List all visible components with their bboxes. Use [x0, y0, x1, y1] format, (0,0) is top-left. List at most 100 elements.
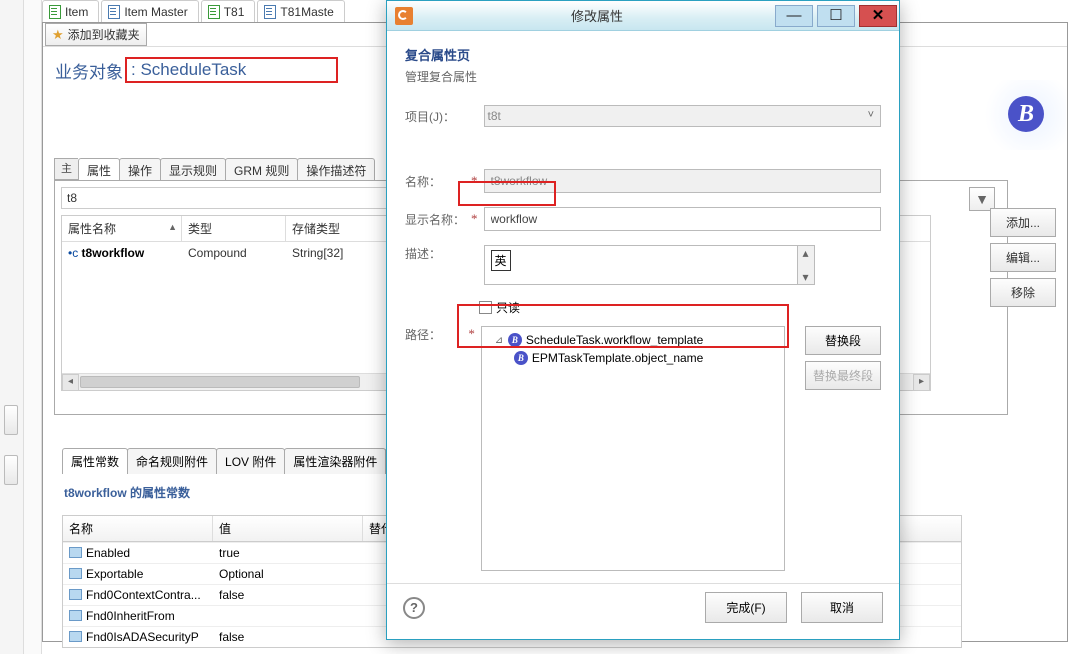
ime-indicator: 英	[491, 250, 511, 271]
cell-storage: String[32]	[286, 242, 390, 264]
required-mark: *	[471, 211, 478, 227]
edit-button[interactable]: 编辑...	[990, 243, 1056, 272]
fav-label: 添加到收藏夹	[68, 26, 140, 43]
col-name[interactable]: 名称	[63, 516, 213, 541]
logo-b-icon: B	[1008, 96, 1044, 132]
cell-name: •c t8workflow	[62, 242, 182, 264]
readonly-row: 只读	[479, 299, 881, 316]
doc-icon	[49, 5, 61, 19]
maximize-button[interactable]: ☐	[817, 5, 855, 27]
left-gutter	[0, 0, 24, 654]
scroll-right-icon[interactable]: ▸	[913, 374, 930, 391]
add-button[interactable]: 添加...	[990, 208, 1056, 237]
help-icon[interactable]: ?	[403, 597, 425, 619]
tab-item-master[interactable]: Item Master	[101, 0, 198, 22]
tab-label: Item Master	[124, 5, 187, 19]
doc-icon	[208, 5, 220, 19]
tab-item[interactable]: Item	[42, 0, 99, 22]
project-select[interactable]: t8t	[484, 105, 882, 127]
tab-display-rules[interactable]: 显示规则	[160, 158, 226, 180]
tab-operations[interactable]: 操作	[119, 158, 161, 180]
vertical-tab-1[interactable]	[4, 405, 18, 435]
path-buttons: 替换段 替换最终段	[805, 326, 881, 390]
description-textarea[interactable]: 英	[484, 245, 798, 285]
project-row: 项目(J)： * t8t	[405, 105, 881, 127]
tab-renderer[interactable]: 属性渲染器附件	[284, 448, 386, 474]
dialog-heading: 复合属性页	[405, 45, 881, 64]
tree-node[interactable]: B EPMTaskTemplate.object_name	[486, 349, 780, 367]
tab-grm-rules[interactable]: GRM 规则	[225, 158, 298, 180]
col-value[interactable]: 值	[213, 516, 363, 541]
const-icon	[69, 631, 82, 642]
scroll-up-icon[interactable]: ▴	[802, 246, 808, 260]
cancel-button[interactable]: 取消	[801, 592, 883, 623]
name-row: 名称： *	[405, 169, 881, 193]
const-icon	[69, 568, 82, 579]
name-input	[484, 169, 882, 193]
dialog-body: 复合属性页 管理复合属性 项目(J)： * t8t 名称： * 显示名称： * …	[387, 31, 899, 631]
tab-t81master[interactable]: T81Maste	[257, 0, 344, 22]
display-name-input[interactable]	[484, 207, 882, 231]
app-icon	[395, 7, 413, 25]
sort-asc-icon: ▲	[168, 222, 177, 232]
modify-property-dialog: 修改属性 — ☐ ✕ 复合属性页 管理复合属性 项目(J)： * t8t 名称：…	[386, 0, 900, 640]
const-icon	[69, 589, 82, 600]
replace-segment-button[interactable]: 替换段	[805, 326, 881, 355]
tab-label: T81Maste	[280, 5, 333, 19]
minimize-button[interactable]: —	[775, 5, 813, 27]
tab-naming-rule[interactable]: 命名规则附件	[127, 448, 217, 474]
b-icon: B	[508, 333, 522, 347]
cell-type: Compound	[182, 242, 286, 264]
description-row: 描述： * 英 ▴▾	[405, 245, 881, 285]
tab-op-descriptor[interactable]: 操作描述符	[297, 158, 375, 180]
const-icon	[69, 547, 82, 558]
name-label: 名称：	[405, 173, 471, 190]
vertical-tab-2[interactable]	[4, 455, 18, 485]
tab-properties[interactable]: 属性	[78, 158, 120, 180]
tree-label: EPMTaskTemplate.object_name	[532, 351, 703, 365]
tree-node[interactable]: ⊿ B ScheduleTask.workflow_template	[486, 331, 780, 349]
tab-lov[interactable]: LOV 附件	[216, 448, 285, 474]
main-tab-lead[interactable]: 主	[54, 158, 78, 180]
b-icon: B	[514, 351, 528, 365]
readonly-checkbox[interactable]	[479, 301, 492, 314]
path-row: 路径： * ⊿ B ScheduleTask.workflow_template…	[405, 326, 881, 571]
left-gutter-2	[24, 0, 42, 654]
scroll-down-icon[interactable]: ▾	[802, 270, 808, 284]
tab-label: T81	[224, 5, 245, 19]
tab-label: Item	[65, 5, 88, 19]
replace-final-button: 替换最终段	[805, 361, 881, 390]
tree-toggle-icon[interactable]: ⊿	[494, 335, 504, 346]
side-buttons: 添加... 编辑... 移除	[990, 208, 1056, 307]
col-storage[interactable]: 存储类型	[286, 216, 390, 241]
display-name-row: 显示名称： *	[405, 207, 881, 231]
dialog-subheading: 管理复合属性	[405, 68, 881, 85]
col-type[interactable]: 类型	[182, 216, 286, 241]
tab-prop-const[interactable]: 属性常数	[62, 448, 128, 474]
dialog-title: 修改属性	[421, 6, 773, 25]
col-name[interactable]: 属性名称▲	[62, 216, 182, 241]
required-mark: *	[468, 326, 475, 342]
path-label: 路径：	[405, 326, 468, 343]
scroll-left-icon[interactable]: ◂	[62, 374, 79, 391]
dialog-footer: ? 完成(F) 取消	[387, 583, 899, 631]
scroll-thumb[interactable]	[80, 376, 360, 388]
business-object-label: 业务对象	[55, 58, 123, 83]
add-favorite-button[interactable]: ★添加到收藏夹	[45, 23, 147, 46]
textarea-scrollbar[interactable]: ▴▾	[798, 245, 815, 285]
close-button[interactable]: ✕	[859, 5, 897, 27]
remove-button[interactable]: 移除	[990, 278, 1056, 307]
editor-tabs: Item Item Master T81 T81Maste	[42, 0, 345, 22]
star-icon: ★	[52, 27, 64, 43]
tab-t81[interactable]: T81	[201, 0, 256, 22]
description-label: 描述：	[405, 245, 471, 262]
path-tree[interactable]: ⊿ B ScheduleTask.workflow_template B EPM…	[481, 326, 785, 571]
doc-icon	[108, 5, 120, 19]
finish-button[interactable]: 完成(F)	[705, 592, 787, 623]
project-label: 项目(J)：	[405, 108, 471, 125]
readonly-label: 只读	[496, 299, 520, 316]
display-name-label: 显示名称：	[405, 211, 471, 228]
const-icon	[69, 610, 82, 621]
dialog-titlebar[interactable]: 修改属性 — ☐ ✕	[387, 1, 899, 31]
tree-label: ScheduleTask.workflow_template	[526, 333, 703, 347]
